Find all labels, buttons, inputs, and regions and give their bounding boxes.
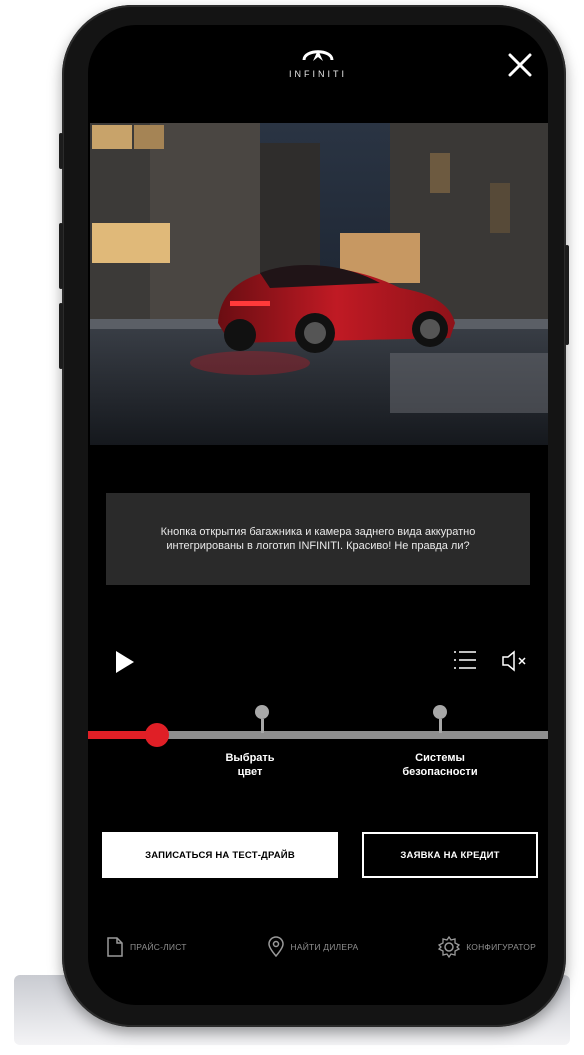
marker-pin-stem bbox=[260, 719, 264, 733]
gear-icon bbox=[438, 936, 461, 958]
marker-label-safety[interactable]: Системы безопасности bbox=[380, 751, 500, 779]
phone-volume-up-button bbox=[59, 223, 63, 289]
price-list-label: ПРАЙС-ЛИСТ bbox=[130, 942, 187, 952]
chapters-list-icon[interactable] bbox=[452, 649, 478, 671]
video-caption: Кнопка открытия багажника и камера задне… bbox=[106, 493, 530, 585]
marker-pin-stem bbox=[438, 719, 442, 733]
phone-power-button bbox=[565, 245, 569, 345]
brand-name: INFINITI bbox=[289, 69, 347, 79]
marker-label-line1: Выбрать bbox=[225, 752, 275, 764]
phone-side-button bbox=[59, 133, 63, 169]
test-drive-button[interactable]: ЗАПИСАТЬСЯ НА ТЕСТ-ДРАЙВ bbox=[102, 832, 338, 878]
marker-label-line2: цвет bbox=[237, 766, 263, 778]
marker-label-line2: безопасности bbox=[402, 766, 478, 778]
find-dealer-link[interactable]: НАЙТИ ДИЛЕРА bbox=[267, 936, 359, 958]
timeline-marker-safety[interactable] bbox=[432, 705, 448, 733]
marker-pin-head bbox=[255, 705, 269, 719]
marker-label-color[interactable]: Выбрать цвет bbox=[190, 751, 310, 779]
find-dealer-label: НАЙТИ ДИЛЕРА bbox=[290, 942, 359, 952]
price-list-link[interactable]: ПРАЙС-ЛИСТ bbox=[106, 936, 187, 958]
configurator-label: КОНФИГУРАТОР bbox=[466, 942, 536, 952]
brand-logo[interactable]: INFINITI bbox=[88, 45, 548, 79]
marker-pin-head bbox=[433, 705, 447, 719]
video-frame-car-image bbox=[90, 123, 548, 445]
mute-icon[interactable] bbox=[500, 649, 530, 673]
close-icon[interactable] bbox=[506, 51, 534, 79]
play-icon[interactable] bbox=[114, 649, 136, 675]
app-screen: INFINITI Кнопка открытия багажника и кам… bbox=[88, 25, 548, 1005]
video-timeline[interactable]: Выбрать цвет Системы безопасности bbox=[88, 695, 548, 815]
video-player[interactable] bbox=[90, 123, 548, 445]
phone-volume-down-button bbox=[59, 303, 63, 369]
location-pin-icon bbox=[267, 936, 284, 958]
footer-links: ПРАЙС-ЛИСТ НАЙТИ ДИЛЕРА КОНФИГУРАТОР bbox=[106, 935, 536, 959]
timeline-marker-color[interactable] bbox=[254, 705, 270, 733]
timeline-scrubber-handle[interactable] bbox=[145, 723, 169, 747]
infiniti-logo-icon bbox=[302, 50, 334, 61]
marker-label-line1: Системы bbox=[415, 752, 465, 764]
document-icon bbox=[107, 937, 123, 957]
credit-request-button[interactable]: ЗАЯВКА НА КРЕДИТ bbox=[362, 832, 538, 878]
configurator-link[interactable]: КОНФИГУРАТОР bbox=[438, 936, 536, 958]
